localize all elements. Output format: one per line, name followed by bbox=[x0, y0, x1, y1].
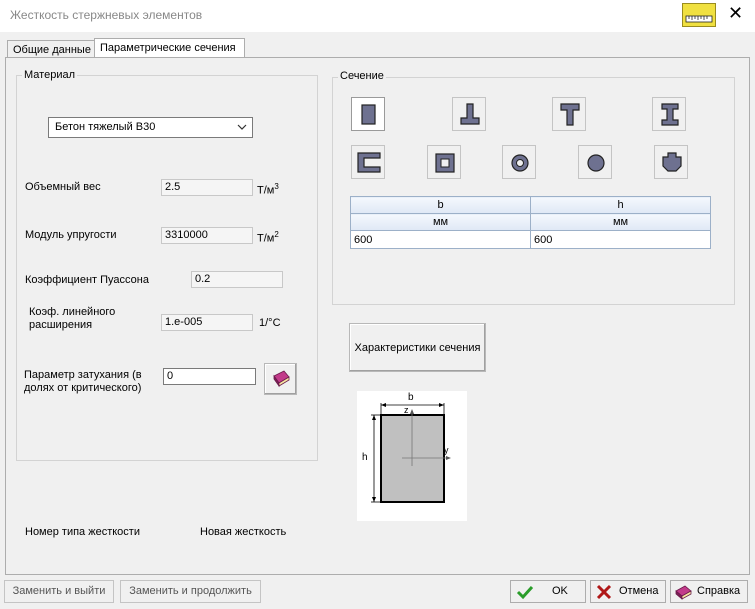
diagram-label-z: z bbox=[404, 405, 409, 415]
diagram-label-y: y bbox=[444, 445, 449, 455]
circle-section-icon bbox=[587, 154, 605, 172]
cross-section-button[interactable] bbox=[654, 145, 688, 179]
channel-section-icon bbox=[357, 152, 381, 173]
diagram-label-b: b bbox=[408, 392, 414, 403]
thermal-field[interactable]: 1.e-005 bbox=[161, 314, 253, 331]
t-section-button[interactable] bbox=[552, 97, 586, 131]
close-icon[interactable]: ✕ bbox=[728, 4, 743, 22]
ok-button[interactable]: OK bbox=[510, 580, 586, 603]
ring-section-icon bbox=[511, 154, 529, 172]
i-beam-section-button[interactable] bbox=[652, 97, 686, 131]
ok-label: OK bbox=[552, 585, 568, 597]
table-cell-h[interactable]: 600 bbox=[530, 230, 711, 249]
help-label: Справка bbox=[697, 585, 741, 597]
window-title: Жесткость стержневых элементов bbox=[10, 8, 203, 22]
volume-weight-label: Объемный вес bbox=[25, 181, 101, 193]
help-button[interactable]: Справка bbox=[670, 580, 748, 603]
rectangle-section-icon bbox=[361, 104, 376, 125]
material-select-value: Бетон тяжелый B30 bbox=[55, 121, 156, 133]
thermal-label-line2: расширения bbox=[29, 319, 93, 331]
box-section-icon bbox=[435, 153, 455, 173]
i-beam-section-icon bbox=[661, 103, 679, 126]
t-inverted-section-icon bbox=[460, 103, 480, 125]
channel-section-button[interactable] bbox=[351, 145, 385, 179]
damping-book-button[interactable] bbox=[264, 363, 297, 395]
cross-section-icon bbox=[662, 152, 682, 172]
damping-label-line2: долях от критического) bbox=[24, 382, 142, 394]
ruler-icon[interactable] bbox=[682, 3, 716, 27]
poisson-field[interactable]: 0.2 bbox=[191, 271, 283, 288]
table-unit-h: мм bbox=[530, 213, 711, 231]
section-characteristics-button[interactable]: Характеристики сечения bbox=[349, 323, 486, 372]
book-icon bbox=[265, 370, 296, 397]
replace-exit-button[interactable]: Заменить и выйти bbox=[4, 580, 114, 603]
damping-label-line1: Параметр затухания (в bbox=[24, 369, 142, 381]
stiffness-type-value: Новая жесткость bbox=[200, 526, 287, 538]
box-section-button[interactable] bbox=[427, 145, 461, 179]
poisson-label: Коэффициент Пуассона bbox=[25, 274, 149, 286]
thermal-unit: 1/°C bbox=[259, 317, 281, 329]
tab-general[interactable]: Общие данные bbox=[7, 40, 95, 57]
diagram-label-h: h bbox=[362, 452, 368, 463]
table-header-b: b bbox=[350, 196, 531, 214]
stiffness-type-label: Номер типа жесткости bbox=[25, 526, 140, 538]
volume-weight-unit: Т/м3 bbox=[257, 182, 279, 197]
t-section-icon bbox=[560, 103, 580, 126]
t-inverted-section-button[interactable] bbox=[452, 97, 486, 131]
damping-field[interactable]: 0 bbox=[163, 368, 256, 385]
table-cell-b[interactable]: 600 bbox=[350, 230, 531, 249]
section-diagram: b h z y bbox=[357, 391, 467, 521]
cross-icon bbox=[595, 583, 613, 604]
material-select[interactable]: Бетон тяжелый B30 bbox=[48, 117, 253, 138]
section-group-label: Сечение bbox=[338, 70, 386, 82]
material-group-label: Материал bbox=[22, 69, 77, 81]
cancel-label: Отмена bbox=[619, 585, 659, 597]
table-header-h: h bbox=[530, 196, 711, 214]
replace-continue-button[interactable]: Заменить и продолжить bbox=[120, 580, 261, 603]
chevron-down-icon bbox=[236, 120, 248, 137]
ring-section-button[interactable] bbox=[502, 145, 536, 179]
rectangle-section-button[interactable] bbox=[351, 97, 385, 131]
elastic-modulus-field[interactable]: 3310000 bbox=[161, 227, 253, 244]
section-dimensions-table: b h мм мм 600 600 bbox=[350, 196, 711, 249]
circle-section-button[interactable] bbox=[578, 145, 612, 179]
checkmark-icon bbox=[515, 583, 535, 604]
thermal-label-line1: Коэф. линейного bbox=[29, 306, 116, 318]
tab-parametric-sections[interactable]: Параметрические сечения bbox=[94, 38, 245, 57]
elastic-modulus-unit: Т/м2 bbox=[257, 230, 279, 245]
elastic-modulus-label: Модуль упругости bbox=[25, 229, 117, 241]
cancel-button[interactable]: Отмена bbox=[590, 580, 666, 603]
book-icon bbox=[674, 583, 694, 604]
table-unit-b: мм bbox=[350, 213, 531, 231]
volume-weight-field[interactable]: 2.5 bbox=[161, 179, 253, 196]
